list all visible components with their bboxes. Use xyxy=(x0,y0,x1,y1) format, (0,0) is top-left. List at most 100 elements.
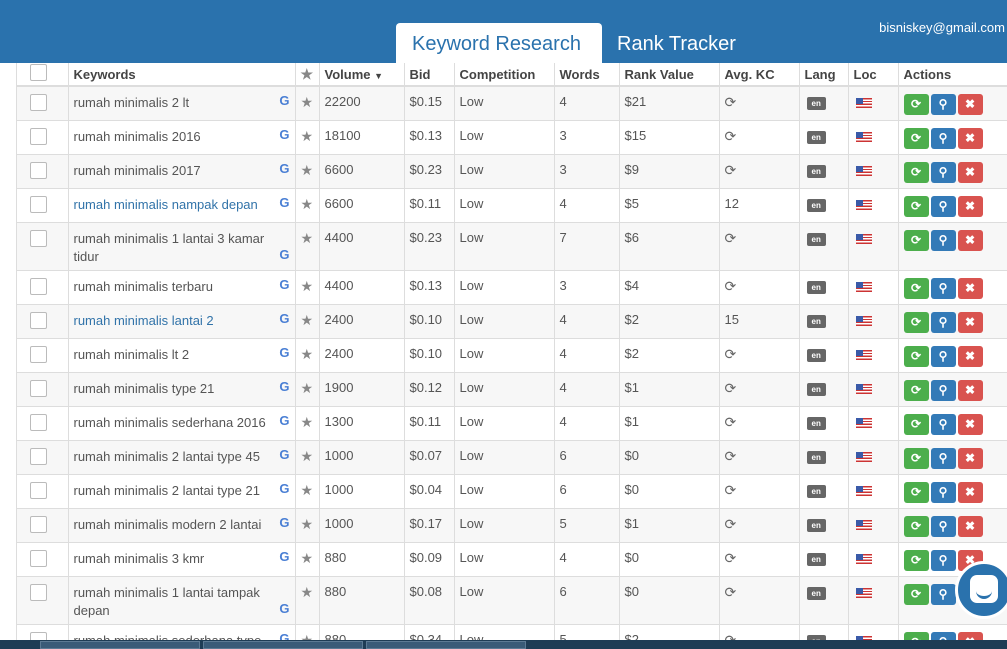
search-button[interactable]: ⚲ xyxy=(930,128,956,149)
star-icon[interactable]: ★ xyxy=(301,278,314,294)
star-icon[interactable]: ★ xyxy=(301,128,314,144)
star-icon[interactable]: ★ xyxy=(301,414,314,430)
star-icon[interactable]: ★ xyxy=(301,550,314,566)
row-checkbox[interactable] xyxy=(30,632,47,640)
refresh-button[interactable]: ⟳ xyxy=(903,230,929,251)
refresh-icon[interactable]: ⟳ xyxy=(725,632,737,640)
google-search-icon[interactable]: G xyxy=(279,195,289,210)
row-checkbox[interactable] xyxy=(30,414,47,431)
star-icon[interactable]: ★ xyxy=(301,516,314,532)
delete-button[interactable]: ✖ xyxy=(957,128,983,149)
delete-button[interactable]: ✖ xyxy=(957,312,983,333)
search-button[interactable]: ⚲ xyxy=(930,482,956,503)
search-button[interactable]: ⚲ xyxy=(930,448,956,469)
star-icon[interactable]: ★ xyxy=(301,584,314,600)
header-avg-kc[interactable]: Avg. KC xyxy=(719,63,800,87)
header-competition[interactable]: Competition xyxy=(454,63,555,87)
refresh-button[interactable]: ⟳ xyxy=(903,584,929,605)
keyword-text[interactable]: rumah minimalis lantai 2 xyxy=(74,312,274,330)
google-search-icon[interactable]: G xyxy=(279,549,289,564)
delete-button[interactable]: ✖ xyxy=(957,516,983,537)
row-checkbox[interactable] xyxy=(30,448,47,465)
refresh-button[interactable]: ⟳ xyxy=(903,94,929,115)
row-checkbox[interactable] xyxy=(30,196,47,213)
keyword-text[interactable]: rumah minimalis nampak depan xyxy=(74,196,274,214)
refresh-icon[interactable]: ⟳ xyxy=(725,162,737,178)
header-lang[interactable]: Lang xyxy=(799,63,849,87)
taskbar-item[interactable] xyxy=(203,641,363,649)
delete-button[interactable]: ✖ xyxy=(957,482,983,503)
tab-keyword-research[interactable]: Keyword Research xyxy=(396,23,602,63)
refresh-icon[interactable]: ⟳ xyxy=(725,230,737,246)
header-volume[interactable]: Volume ▼ xyxy=(319,63,405,87)
row-checkbox[interactable] xyxy=(30,128,47,145)
row-checkbox[interactable] xyxy=(30,230,47,247)
search-button[interactable]: ⚲ xyxy=(930,230,956,251)
row-checkbox[interactable] xyxy=(30,346,47,363)
search-button[interactable]: ⚲ xyxy=(930,632,956,640)
row-checkbox[interactable] xyxy=(30,312,47,329)
refresh-button[interactable]: ⟳ xyxy=(903,516,929,537)
google-search-icon[interactable]: G xyxy=(279,311,289,326)
refresh-button[interactable]: ⟳ xyxy=(903,278,929,299)
search-button[interactable]: ⚲ xyxy=(930,312,956,333)
refresh-icon[interactable]: ⟳ xyxy=(725,94,737,110)
tab-rank-tracker[interactable]: Rank Tracker xyxy=(601,23,752,63)
search-button[interactable]: ⚲ xyxy=(930,346,956,367)
refresh-button[interactable]: ⟳ xyxy=(903,414,929,435)
refresh-icon[interactable]: ⟳ xyxy=(725,414,737,430)
google-search-icon[interactable]: G xyxy=(279,127,289,142)
header-select-all[interactable] xyxy=(17,63,69,87)
delete-button[interactable]: ✖ xyxy=(957,632,983,640)
refresh-button[interactable]: ⟳ xyxy=(903,162,929,183)
google-search-icon[interactable]: G xyxy=(279,481,289,496)
refresh-icon[interactable]: ⟳ xyxy=(725,516,737,532)
star-icon[interactable]: ★ xyxy=(301,448,314,464)
refresh-icon[interactable]: ⟳ xyxy=(725,278,737,294)
star-icon[interactable]: ★ xyxy=(301,196,314,212)
delete-button[interactable]: ✖ xyxy=(957,346,983,367)
row-checkbox[interactable] xyxy=(30,162,47,179)
delete-button[interactable]: ✖ xyxy=(957,162,983,183)
refresh-icon[interactable]: ⟳ xyxy=(725,448,737,464)
google-search-icon[interactable]: G xyxy=(279,515,289,530)
select-all-checkbox[interactable] xyxy=(30,64,47,81)
google-search-icon[interactable]: G xyxy=(279,345,289,360)
refresh-icon[interactable]: ⟳ xyxy=(725,584,737,600)
delete-button[interactable]: ✖ xyxy=(957,448,983,469)
row-checkbox[interactable] xyxy=(30,94,47,111)
star-icon[interactable]: ★ xyxy=(301,632,314,640)
search-button[interactable]: ⚲ xyxy=(930,162,956,183)
google-search-icon[interactable]: G xyxy=(279,601,289,616)
google-search-icon[interactable]: G xyxy=(279,277,289,292)
search-button[interactable]: ⚲ xyxy=(930,278,956,299)
google-search-icon[interactable]: G xyxy=(279,631,289,640)
star-icon[interactable]: ★ xyxy=(301,94,314,110)
header-keywords[interactable]: Keywords xyxy=(68,63,296,87)
star-icon[interactable]: ★ xyxy=(301,162,314,178)
header-rank-value[interactable]: Rank Value xyxy=(619,63,720,87)
search-button[interactable]: ⚲ xyxy=(930,414,956,435)
delete-button[interactable]: ✖ xyxy=(957,278,983,299)
row-checkbox[interactable] xyxy=(30,550,47,567)
row-checkbox[interactable] xyxy=(30,380,47,397)
google-search-icon[interactable]: G xyxy=(279,379,289,394)
search-button[interactable]: ⚲ xyxy=(930,196,956,217)
google-search-icon[interactable]: G xyxy=(279,161,289,176)
chat-widget-button[interactable] xyxy=(955,561,1007,619)
refresh-button[interactable]: ⟳ xyxy=(903,448,929,469)
user-email[interactable]: bisniskey@gmail.com xyxy=(879,20,1005,35)
refresh-icon[interactable]: ⟳ xyxy=(725,128,737,144)
delete-button[interactable]: ✖ xyxy=(957,196,983,217)
taskbar-item[interactable] xyxy=(40,641,200,649)
refresh-icon[interactable]: ⟳ xyxy=(725,380,737,396)
delete-button[interactable]: ✖ xyxy=(957,380,983,401)
search-button[interactable]: ⚲ xyxy=(930,380,956,401)
search-button[interactable]: ⚲ xyxy=(930,584,956,605)
star-icon[interactable]: ★ xyxy=(301,380,314,396)
refresh-icon[interactable]: ⟳ xyxy=(725,482,737,498)
header-loc[interactable]: Loc xyxy=(848,63,899,87)
google-search-icon[interactable]: G xyxy=(279,93,289,108)
star-icon[interactable]: ★ xyxy=(301,482,314,498)
row-checkbox[interactable] xyxy=(30,584,47,601)
